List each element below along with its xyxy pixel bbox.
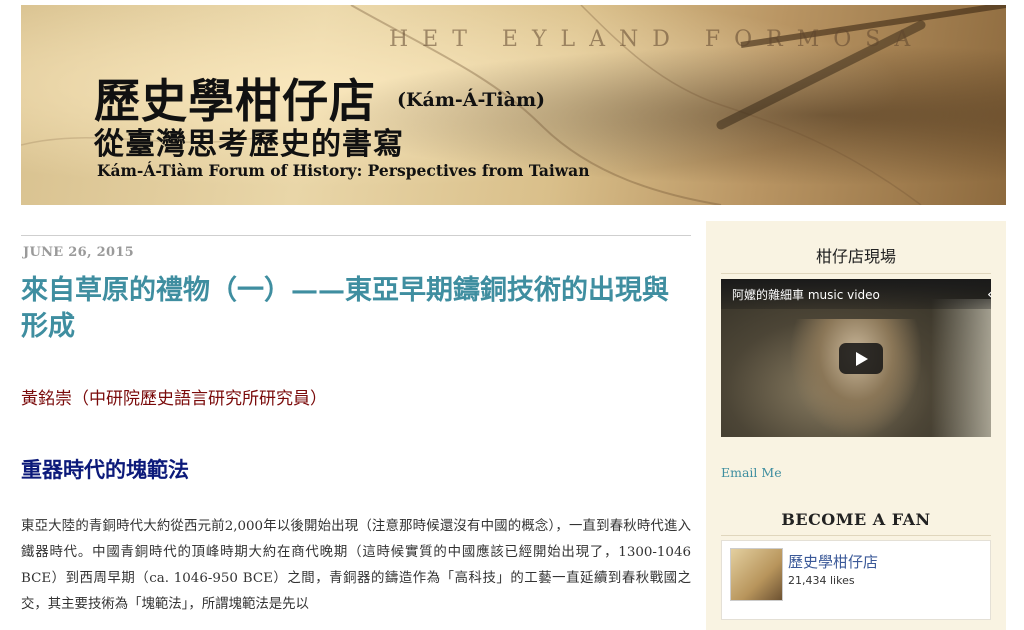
facebook-page-name-link[interactable]: 歷史學柑仔店 [788,551,878,572]
blog-subtitle-zh: 從臺灣思考歷史的書寫 [94,127,404,162]
video-thumbnail-figure [791,319,921,437]
video-title-link[interactable]: 阿嬤的雜細車 music video [732,286,880,303]
blog-title-romanized: (Kám-Á-Tiàm) [397,89,546,111]
post-date: JUNE 26, 2015 [23,245,135,260]
video-thumbnail-light [931,299,991,437]
widget-title-fan: BECOME A FAN [721,510,991,536]
video-player[interactable]: 阿嬤的雜細車 music video ‹ [721,279,991,437]
facebook-page-box: 歷史學柑仔店 21,434 likes [721,540,991,620]
fan-widget: BECOME A FAN 歷史學柑仔店 21,434 likes [706,510,1006,620]
post-column: JUNE 26, 2015 來自草原的禮物（一）——東亞早期鑄銅技術的出現與形成… [21,235,691,618]
facebook-like-count: 21,434 likes [788,574,855,587]
sidebar: 柑仔店現場 阿嬤的雜細車 music video ‹ Email Me BECO… [706,221,1006,630]
post-author: 黃銘崇（中研院歷史語言研究所研究員） [21,389,327,409]
map-lettering: HET EYLAND FORMOSA [389,27,925,52]
blog-subtitle-en: Kám-Á-Tiàm Forum of History: Perspective… [97,161,590,180]
widget-title-live: 柑仔店現場 [721,243,991,274]
post-paragraph: 東亞大陸的青銅時代大約從西元前2,000年以後開始出現（注意那時候還沒有中國的概… [21,519,691,612]
facebook-page-thumbnail[interactable] [730,548,783,601]
blog-header-banner[interactable]: HET EYLAND FORMOSA 歷史學柑仔店 (Kám-Á-Tiàm) 從… [21,5,1006,205]
share-icon[interactable]: ‹ [987,285,991,303]
play-button[interactable] [839,343,883,374]
email-me-link[interactable]: Email Me [721,465,782,480]
section-heading: 重器時代的塊範法 [21,457,189,482]
post-title-link[interactable]: 來自草原的禮物（一）——東亞早期鑄銅技術的出現與形成 [21,273,691,345]
date-divider [21,235,691,236]
